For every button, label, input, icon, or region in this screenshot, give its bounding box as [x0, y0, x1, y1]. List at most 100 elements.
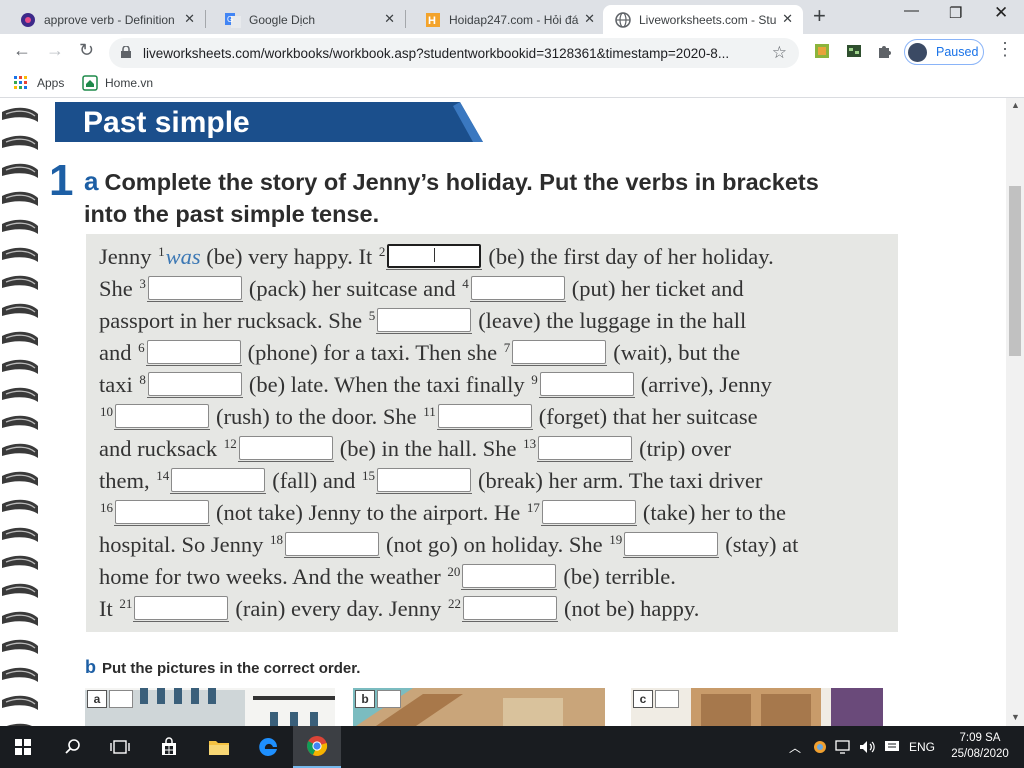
volume-icon[interactable]	[857, 726, 879, 768]
bookmark-star-icon[interactable]: ☆	[772, 43, 787, 63]
tab-approve[interactable]: approve verb - Definition ✕	[0, 5, 205, 34]
picture-a: a	[85, 688, 335, 726]
answer-input-20[interactable]	[461, 564, 558, 590]
story-line: Jenny 1was (be) very happy. It 2 (be) the…	[99, 244, 774, 270]
weather-tray-icon[interactable]	[810, 726, 830, 768]
scrollbar-thumb[interactable]	[1009, 186, 1021, 356]
story-box: Jenny 1was (be) very happy. It 2 (be) the…	[86, 234, 898, 632]
network-icon[interactable]	[833, 726, 855, 768]
worksheet-page: Past simple 1 a Complete the story of Jen…	[0, 98, 1006, 726]
back-arrow-icon[interactable]: ←	[13, 40, 31, 61]
story-line: hospital. So Jenny 18 (not go) on holiday…	[99, 532, 799, 558]
taskbar-clock[interactable]: 7:09 SA 25/08/2020	[940, 730, 1020, 762]
story-line: home for two weeks. And the weather 20 (b…	[99, 564, 676, 590]
close-tab-icon[interactable]: ✕	[782, 11, 793, 27]
bookmarks-bar: Apps Home.vn	[0, 70, 1024, 98]
answer-input-10[interactable]	[114, 404, 210, 430]
part-b-instruction: b Put the pictures in the correct order.	[85, 657, 361, 677]
scroll-up-icon[interactable]: ▲	[1011, 100, 1020, 110]
story-line: It 21 (rain) every day. Jenny 22 (not be) …	[99, 596, 700, 622]
answer-input-11[interactable]	[436, 404, 533, 430]
file-explorer-icon[interactable]	[196, 726, 242, 768]
close-tab-icon[interactable]: ✕	[184, 11, 195, 27]
avatar	[908, 43, 927, 62]
answer-input-9[interactable]	[538, 372, 635, 398]
close-window-icon[interactable]: ✕	[994, 3, 1008, 23]
story-line: 10 (rush) to the door. She 11 (forget) tha…	[100, 404, 758, 430]
answer-input-12[interactable]	[237, 436, 334, 462]
extension-image-icon[interactable]	[814, 43, 830, 59]
forward-arrow-icon[interactable]: →	[46, 40, 64, 61]
answer-input-19[interactable]	[623, 532, 720, 558]
svg-text:G: G	[227, 15, 233, 24]
picture-b: b	[353, 688, 605, 726]
story-line: them, 14 (fall) and 15 (break) her arm. Th…	[99, 468, 763, 494]
order-input-b[interactable]	[377, 690, 401, 708]
globe-favicon-icon	[615, 11, 631, 28]
browser-toolbar: ← → ↻ liveworksheets.com/workbooks/workb…	[0, 34, 1024, 70]
tab-google-dich[interactable]: G Google Dịch ✕	[205, 5, 405, 34]
part-a-letter: a	[84, 166, 99, 196]
chrome-taskbar-icon[interactable]	[293, 726, 341, 768]
order-input-c[interactable]	[655, 690, 679, 708]
answer-input-22[interactable]	[461, 596, 558, 622]
restore-icon[interactable]: ❐	[949, 4, 962, 22]
language-indicator[interactable]: ENG	[906, 726, 938, 768]
vertical-scrollbar[interactable]: ▲ ▼	[1006, 98, 1024, 726]
windows-taskbar: ︿ ENG 7:09 SA 25/08/2020	[0, 726, 1024, 768]
exercise-instruction: a Complete the story of Jenny’s holiday. …	[84, 166, 819, 227]
answer-input-21[interactable]	[133, 596, 230, 622]
minimize-icon[interactable]: —	[904, 2, 919, 19]
svg-text:H: H	[428, 15, 436, 27]
extension-grid-icon[interactable]	[846, 43, 862, 59]
story-line: She 3 (pack) her suitcase and 4 (put) her …	[99, 276, 744, 302]
answer-input-4[interactable]	[469, 276, 566, 302]
start-windows-icon[interactable]	[0, 726, 46, 768]
dictionary-favicon-icon	[21, 12, 35, 27]
answer-input-13[interactable]	[537, 436, 634, 462]
new-tab-plus-icon[interactable]: +	[813, 3, 826, 29]
notification-chat-icon[interactable]	[881, 726, 903, 768]
tab-hoidap247[interactable]: H Hoidap247.com - Hỏi đáp ✕	[405, 5, 605, 34]
answer-input-8[interactable]	[146, 372, 243, 398]
bookmark-homevn[interactable]: Home.vn	[82, 75, 153, 91]
answer-input-5[interactable]	[376, 308, 473, 334]
answer-input-15[interactable]	[375, 468, 472, 494]
answer-input-2[interactable]	[386, 244, 483, 270]
close-tab-icon[interactable]: ✕	[384, 11, 395, 27]
close-tab-icon[interactable]: ✕	[584, 11, 595, 27]
task-view-icon[interactable]	[97, 726, 143, 768]
menu-kebab-icon[interactable]: ⋮	[996, 39, 1014, 60]
picture-c: c	[631, 688, 883, 726]
story-line: passport in her rucksack. She 5 (leave) t…	[99, 308, 747, 334]
homevn-icon	[82, 75, 98, 91]
section-banner: Past simple	[55, 102, 485, 151]
tab-liveworksheets[interactable]: Liveworksheets.com - Stu ✕	[603, 5, 803, 34]
answer-input-7[interactable]	[511, 340, 608, 366]
answer-input-3[interactable]	[146, 276, 243, 302]
answer-input-16[interactable]	[114, 500, 210, 526]
story-line: and 6 (phone) for a taxi. Then she 7 (wait…	[99, 340, 741, 366]
bookmark-apps[interactable]: Apps	[14, 76, 64, 90]
search-icon[interactable]	[50, 726, 96, 768]
answer-input-18[interactable]	[284, 532, 381, 558]
answer-input-14[interactable]	[170, 468, 267, 494]
tab-strip: approve verb - Definition ✕ G Google Dịc…	[0, 0, 1024, 34]
order-input-a[interactable]	[109, 690, 133, 708]
reload-icon[interactable]: ↻	[79, 40, 94, 61]
section-title: Past simple	[83, 106, 250, 139]
scroll-down-icon[interactable]: ▼	[1011, 712, 1020, 722]
answer-input-17[interactable]	[540, 500, 637, 526]
apps-grid-icon	[14, 76, 27, 89]
url-text: liveworksheets.com/workbooks/workbook.as…	[143, 46, 730, 61]
extensions-puzzle-icon[interactable]	[876, 43, 892, 59]
story-line: and rucksack 12 (be) in the hall. She 13(…	[99, 436, 731, 462]
tray-chevron-up-icon[interactable]: ︿	[786, 726, 804, 768]
edge-icon[interactable]	[245, 726, 291, 768]
spiral-binding	[2, 107, 38, 726]
answer-input-6[interactable]	[145, 340, 242, 366]
profile-button[interactable]: Paused	[904, 39, 984, 65]
story-line: 16 (not take) Jenny to the airport. He 17…	[100, 500, 786, 526]
store-icon[interactable]	[146, 726, 192, 768]
address-bar[interactable]: liveworksheets.com/workbooks/workbook.as…	[109, 38, 799, 68]
